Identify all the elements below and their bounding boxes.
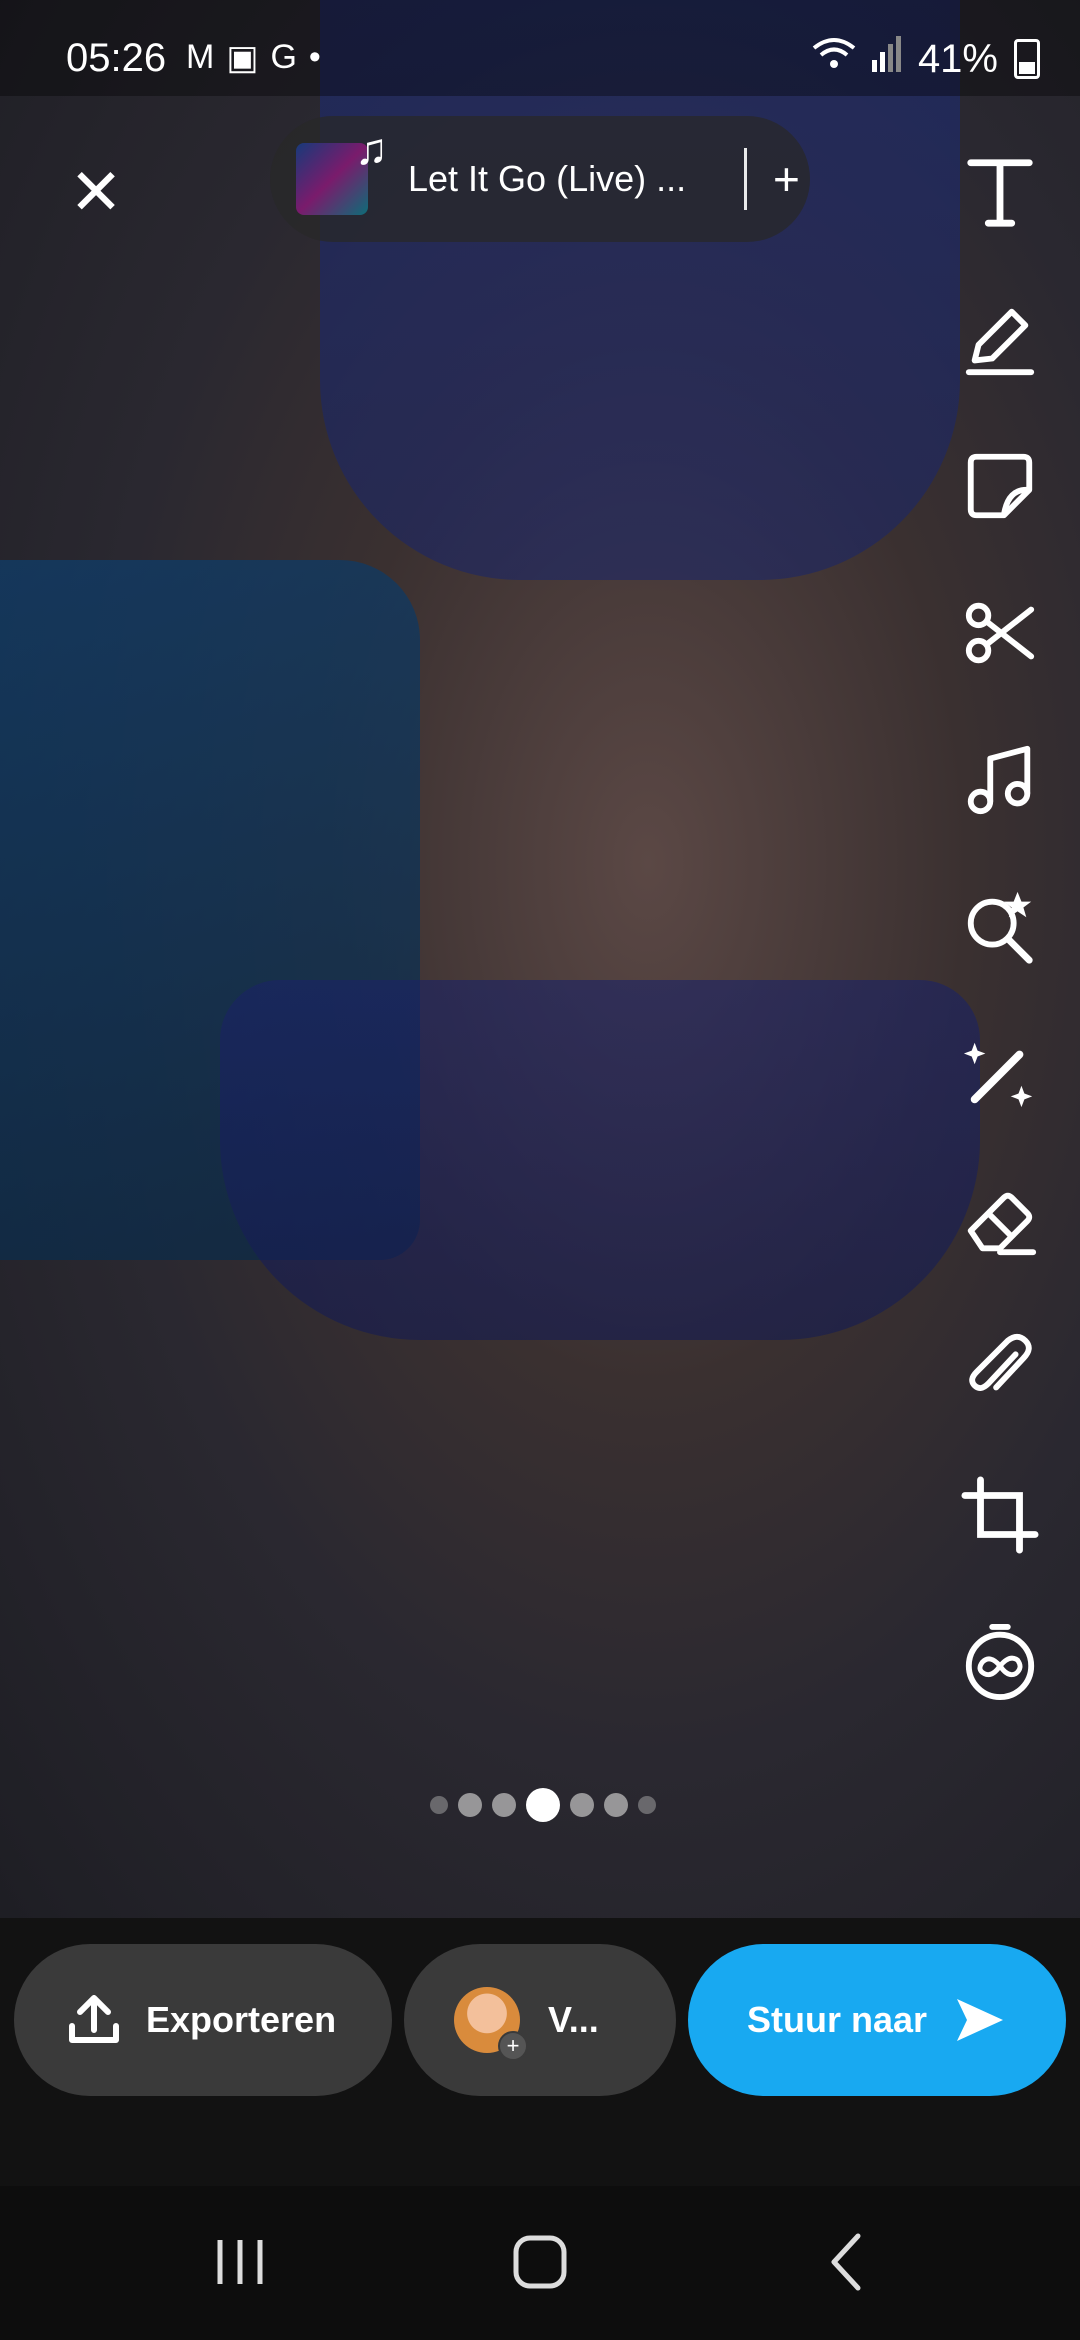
send-arrow-icon xyxy=(957,1999,1004,2041)
system-nav-bar xyxy=(0,2186,1080,2340)
export-button[interactable]: Exporteren xyxy=(14,1944,392,2096)
close-button[interactable]: ✕ xyxy=(64,160,128,224)
battery-icon xyxy=(1014,39,1040,79)
recents-icon[interactable] xyxy=(208,2230,272,2294)
page-dot xyxy=(638,1796,656,1814)
upload-icon xyxy=(69,1995,119,2043)
music-title: Let It Go (Live) ... xyxy=(408,158,687,199)
notification-icons: M ▣ G • xyxy=(186,38,321,78)
music-pill[interactable]: Let It Go (Live) ... + xyxy=(270,116,810,242)
crop-icon xyxy=(961,1476,1039,1554)
eraser-icon xyxy=(967,1192,1037,1256)
draw-tool[interactable] xyxy=(954,293,1046,385)
page-dot xyxy=(492,1793,516,1817)
pencil-icon xyxy=(965,308,1035,376)
timer-tool[interactable] xyxy=(954,1616,1046,1708)
close-icon: ✕ xyxy=(69,156,123,228)
gmail-icon: M xyxy=(186,38,215,76)
dot-icon: • xyxy=(308,38,321,76)
text-tool[interactable] xyxy=(954,146,1046,238)
battery-text: 41% xyxy=(917,36,998,81)
divider xyxy=(744,148,747,210)
album-art xyxy=(296,125,388,215)
infinity-timer-icon xyxy=(965,1623,1035,1701)
tool-column xyxy=(954,146,1046,1763)
export-label: Exporteren xyxy=(146,1999,337,2040)
avatar: + xyxy=(454,1987,528,2061)
eraser-tool[interactable] xyxy=(954,1175,1046,1267)
snap-photo xyxy=(0,0,1080,1918)
photo-region xyxy=(220,980,980,1340)
music-note-icon xyxy=(967,745,1031,815)
send-label: Stuur naar xyxy=(746,1999,928,2040)
wifi-icon xyxy=(812,36,856,82)
page-dot xyxy=(430,1796,448,1814)
scissors-icon xyxy=(965,602,1035,664)
attach-tool[interactable] xyxy=(954,1322,1046,1414)
plus-icon: + xyxy=(498,2031,528,2061)
page-indicator xyxy=(430,1788,656,1822)
gallery-icon: ▣ xyxy=(226,39,259,77)
status-time: 05:26 xyxy=(66,36,167,80)
search-star-icon xyxy=(967,891,1033,964)
status-right: 41% xyxy=(812,36,1040,82)
lens-search-tool[interactable] xyxy=(954,881,1046,973)
sticker-icon xyxy=(967,453,1033,519)
signal-icon xyxy=(871,36,902,82)
back-icon[interactable] xyxy=(816,2230,880,2294)
home-icon[interactable] xyxy=(508,2230,572,2294)
google-icon: G xyxy=(270,38,297,76)
status-bar: 05:26 M ▣ G • 41% xyxy=(0,0,1080,96)
page-dot xyxy=(458,1793,482,1817)
crop-tool[interactable] xyxy=(954,1469,1046,1561)
story-label: V... xyxy=(548,1999,599,2040)
scissors-tool[interactable] xyxy=(954,587,1046,679)
magic-wand-icon xyxy=(963,1042,1033,1108)
send-to-button[interactable]: Stuur naar xyxy=(688,1944,1066,2096)
add-music-button[interactable]: + xyxy=(773,152,800,206)
my-story-button[interactable]: + V... xyxy=(404,1944,676,2096)
page-dot xyxy=(570,1793,594,1817)
page-dot-active xyxy=(526,1788,560,1822)
sticker-tool[interactable] xyxy=(954,440,1046,532)
paperclip-icon xyxy=(969,1333,1032,1391)
text-icon xyxy=(967,159,1033,227)
magic-tool[interactable] xyxy=(954,1028,1046,1120)
action-bar: Exporteren + V... Stuur naar xyxy=(0,1918,1080,2186)
page-dot xyxy=(604,1793,628,1817)
music-tool[interactable] xyxy=(954,734,1046,826)
